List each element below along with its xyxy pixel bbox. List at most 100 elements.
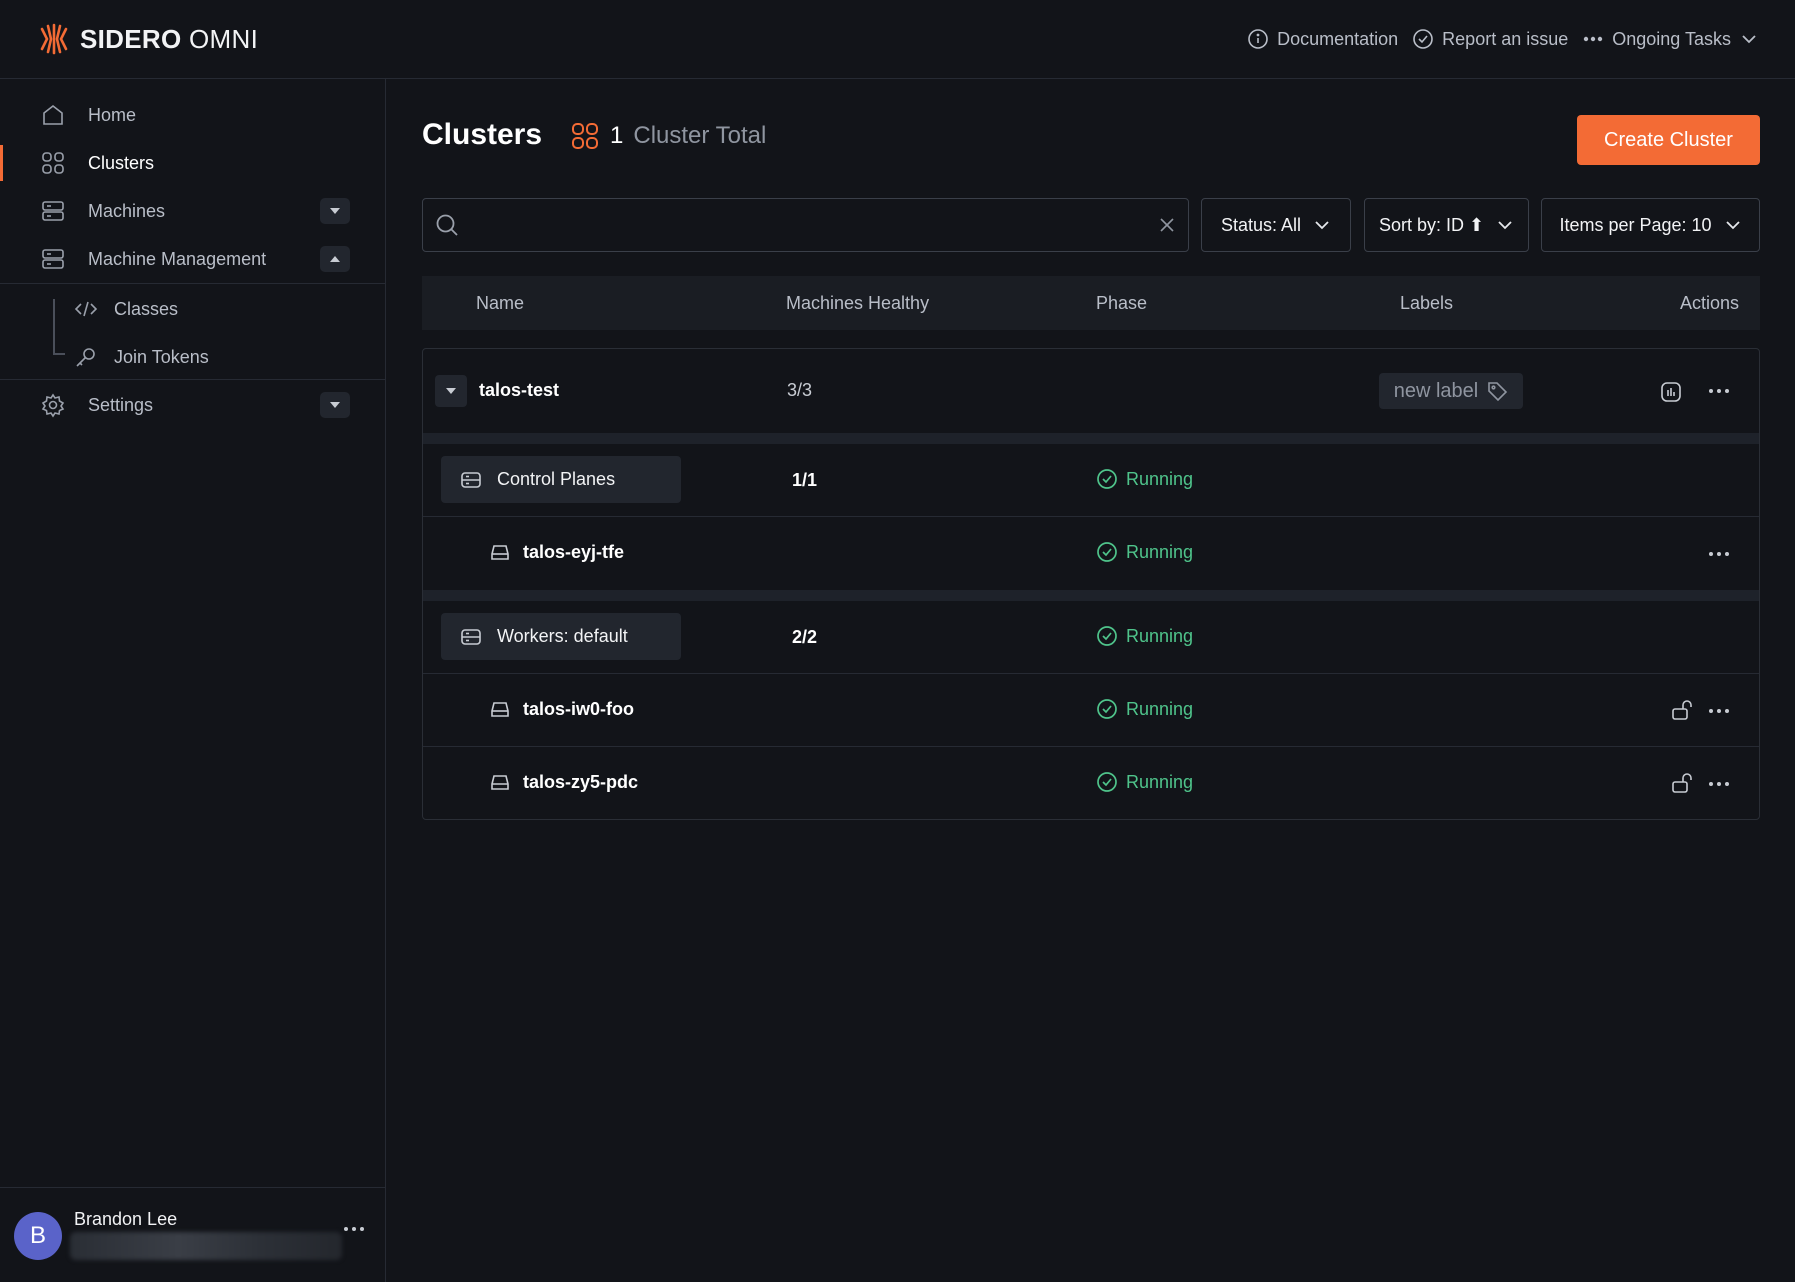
column-machines-healthy[interactable]: Machines Healthy xyxy=(786,293,929,314)
create-cluster-button[interactable]: Create Cluster xyxy=(1577,115,1760,165)
cluster-total-label: Cluster Total xyxy=(633,122,767,149)
sidebar-item-home[interactable]: Home xyxy=(0,91,386,139)
sidebar-item-clusters[interactable]: Clusters xyxy=(0,139,386,187)
phase-label: Running xyxy=(1126,468,1194,489)
machine-lock-button[interactable] xyxy=(1670,698,1694,722)
more-dots-icon xyxy=(1709,552,1729,556)
machine-name-cell: talos-eyj-tfe xyxy=(489,541,624,563)
machine-phase: Running xyxy=(1096,541,1193,563)
search-input[interactable] xyxy=(469,214,1158,236)
machine-more-actions-button[interactable] xyxy=(1708,780,1730,788)
column-phase[interactable]: Phase xyxy=(1096,293,1147,314)
machine-phase: Running xyxy=(1096,771,1193,793)
user-email-redacted xyxy=(70,1232,342,1260)
status-filter-dropdown[interactable]: Status: All xyxy=(1201,198,1351,252)
machine-set-chip[interactable]: Workers: default xyxy=(441,613,681,660)
chevron-down-icon xyxy=(1725,221,1740,230)
machine-name[interactable]: talos-iw0-foo xyxy=(523,699,634,720)
expand-settings-button[interactable] xyxy=(320,392,350,418)
cluster-more-actions-button[interactable] xyxy=(1708,387,1730,395)
machine-set-name: Control Planes xyxy=(497,469,616,489)
brand-name: SIDERO OMNI xyxy=(80,24,258,55)
sidebar-item-label: Machines xyxy=(88,200,166,221)
collapse-machine-management-button[interactable] xyxy=(320,246,350,272)
cluster-total: 1 Cluster Total xyxy=(570,121,766,151)
key-icon xyxy=(74,345,98,369)
column-name[interactable]: Name xyxy=(476,293,524,314)
phase-label: Running xyxy=(1126,541,1194,562)
cluster-dashboard-button[interactable] xyxy=(1659,380,1683,404)
phase-label: Running xyxy=(1126,771,1194,792)
server-icon xyxy=(461,471,481,488)
machine-row[interactable]: talos-eyj-tfe Running xyxy=(423,517,1759,590)
top-bar: SIDERO OMNI Documentation Report an issu… xyxy=(0,0,1795,79)
column-labels[interactable]: Labels xyxy=(1400,293,1453,314)
cluster-count: 1 xyxy=(610,122,624,149)
sidebar-item-join-tokens[interactable]: Join Tokens xyxy=(0,333,386,381)
home-icon xyxy=(40,102,66,128)
drive-icon xyxy=(491,702,509,717)
cluster-name[interactable]: talos-test xyxy=(479,380,559,401)
sort-dropdown[interactable]: Sort by: ID ⬆ xyxy=(1364,198,1529,252)
sidero-logo-icon xyxy=(40,23,68,55)
machine-set-phase: Running xyxy=(1096,625,1193,647)
sidebar-item-classes[interactable]: Classes xyxy=(0,285,386,333)
check-circle-icon xyxy=(1097,469,1117,489)
machine-name[interactable]: talos-zy5-pdc xyxy=(523,772,638,793)
cluster-machines-healthy: 3/3 xyxy=(787,380,813,400)
check-circle-icon xyxy=(1097,699,1117,719)
new-label-button[interactable]: new label xyxy=(1379,373,1523,409)
user-menu-button[interactable] xyxy=(342,1224,366,1234)
machine-set-phase: Running xyxy=(1096,468,1193,490)
phase-label: Running xyxy=(1126,698,1194,719)
caret-down-icon xyxy=(330,402,340,408)
machine-more-actions-button[interactable] xyxy=(1708,707,1730,715)
report-issue-link[interactable]: Report an issue xyxy=(1412,28,1568,50)
more-dots-icon xyxy=(344,1227,364,1231)
machine-lock-button[interactable] xyxy=(1670,771,1694,795)
documentation-link[interactable]: Documentation xyxy=(1247,28,1398,50)
gear-icon xyxy=(40,392,66,418)
table-header: Name Machines Healthy Phase Labels Actio… xyxy=(422,276,1760,330)
machine-set-row[interactable]: Control Planes 1/1 Running xyxy=(423,444,1759,517)
server-icon xyxy=(40,246,66,272)
chevron-down-icon xyxy=(1498,221,1512,230)
clear-icon[interactable] xyxy=(1158,216,1176,234)
check-circle-icon xyxy=(1097,626,1117,646)
machine-name[interactable]: talos-eyj-tfe xyxy=(523,542,624,563)
machine-name-cell: talos-zy5-pdc xyxy=(489,771,638,793)
search-icon xyxy=(436,214,458,236)
drive-icon xyxy=(491,775,509,790)
sidebar: Home Clusters Machines Machine Managemen… xyxy=(0,79,386,1282)
expand-cluster-button[interactable] xyxy=(435,375,467,407)
ongoing-tasks-menu[interactable]: Ongoing Tasks xyxy=(1582,28,1759,50)
brand-logo[interactable]: SIDERO OMNI xyxy=(36,21,258,57)
sidebar-item-settings[interactable]: Settings xyxy=(0,381,386,429)
cluster-row[interactable]: talos-test 3/3 new label xyxy=(423,349,1759,433)
machine-row[interactable]: talos-iw0-foo Running xyxy=(423,674,1759,747)
user-profile: B Brandon Lee xyxy=(0,1187,386,1282)
sidebar-item-machines[interactable]: Machines xyxy=(0,187,386,235)
caret-up-icon xyxy=(330,256,340,262)
phase-label: Running xyxy=(1126,625,1194,646)
sidebar-item-label: Machine Management xyxy=(88,248,267,269)
machine-row[interactable]: talos-zy5-pdc Running xyxy=(423,747,1759,819)
machine-set-row[interactable]: Workers: default 2/2 Running xyxy=(423,601,1759,674)
machine-set-chip[interactable]: Control Planes xyxy=(441,456,681,503)
user-name: Brandon Lee xyxy=(74,1209,178,1229)
server-icon xyxy=(40,198,66,224)
status-filter-label: Status: All xyxy=(1220,214,1302,235)
brand-name-bold: SIDERO xyxy=(80,23,182,54)
unlock-icon xyxy=(1672,700,1692,720)
search-box xyxy=(422,198,1189,252)
sidebar-item-machine-management[interactable]: Machine Management xyxy=(0,235,386,283)
top-links: Documentation Report an issue Ongoing Ta… xyxy=(1247,28,1759,50)
check-circle-icon xyxy=(1097,542,1117,562)
machine-set-name: Workers: default xyxy=(497,626,628,646)
avatar[interactable]: B xyxy=(14,1212,62,1260)
machine-more-actions-button[interactable] xyxy=(1708,550,1730,558)
expand-machines-button[interactable] xyxy=(320,198,350,224)
more-dots-icon xyxy=(1709,782,1729,786)
items-per-page-dropdown[interactable]: Items per Page: 10 xyxy=(1541,198,1760,252)
check-circle-icon xyxy=(1097,772,1117,792)
